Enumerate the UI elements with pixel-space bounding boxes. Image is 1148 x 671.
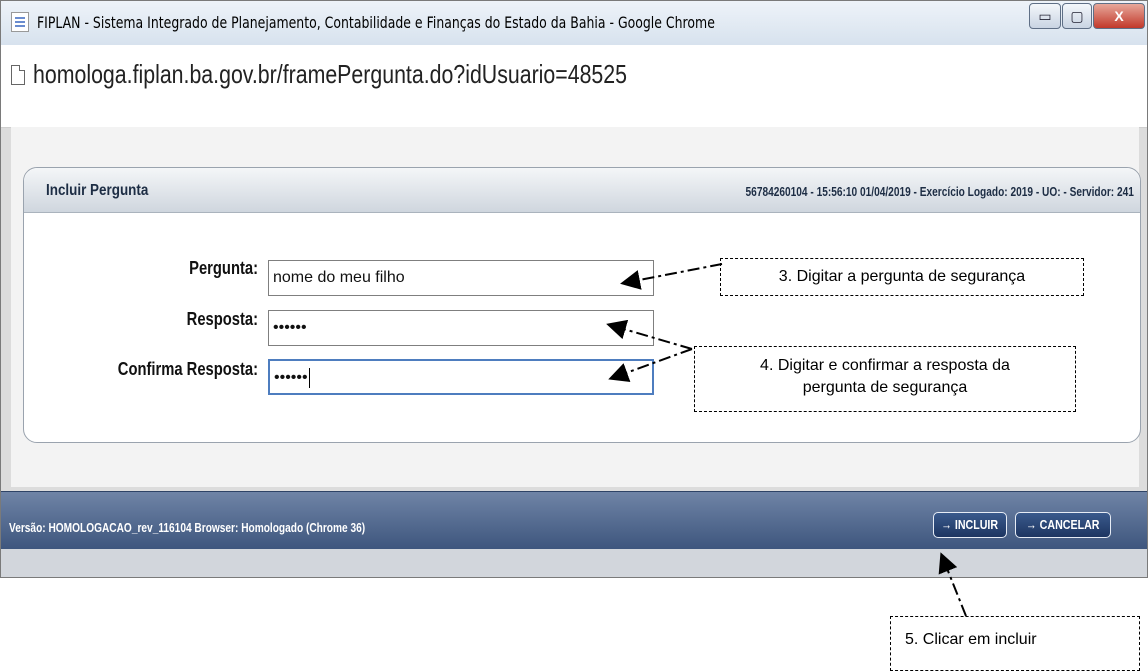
arrow-to-resposta: [606, 319, 693, 350]
arrow-to-confirma: [608, 348, 693, 382]
annotation-arrows: [606, 263, 967, 617]
arrow-to-pergunta: [620, 263, 723, 290]
arrow-to-incluir: [938, 552, 967, 617]
